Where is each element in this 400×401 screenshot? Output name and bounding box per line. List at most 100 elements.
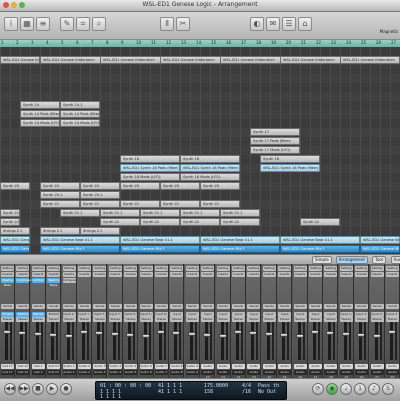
region[interactable]: Strings 2.1 (0, 227, 30, 235)
replace-button[interactable]: ◉ (326, 383, 338, 395)
region[interactable]: Synth 21.1 (0, 209, 20, 217)
inserts-slot[interactable]: Inserts (47, 272, 61, 277)
region[interactable]: Synth 21.1 (180, 209, 220, 217)
insert-plugin[interactable]: Compressor (62, 278, 81, 283)
region[interactable]: Synth 22 (140, 218, 180, 226)
sends-slot[interactable]: Sends (247, 304, 261, 309)
inspector-button[interactable]: i (4, 17, 18, 31)
volume-fader-track[interactable] (390, 322, 393, 360)
sends-slot[interactable]: Sends (139, 304, 153, 309)
channel-name[interactable]: Audio 9 (185, 364, 199, 369)
sends-slot[interactable]: Sends (16, 304, 30, 309)
channel-name[interactable]: Audio 12 (232, 364, 245, 373)
volume-fader-track[interactable] (35, 322, 39, 360)
setting-slot[interactable]: Setting (155, 266, 168, 271)
region[interactable]: Synth 20 (120, 182, 160, 190)
region[interactable]: Synth 21 (160, 200, 200, 208)
editor-button[interactable]: ✂ (176, 17, 190, 31)
region[interactable]: Synth 14.1 (60, 101, 100, 109)
region[interactable]: Synth 20 (0, 182, 30, 190)
region[interactable]: Synth 17 Pads (filter) (250, 137, 300, 145)
solo-button[interactable]: S (382, 383, 394, 395)
region[interactable]: WSL-ED1 Synth 18 Pads (filter) (180, 164, 240, 172)
count-in-button[interactable]: 1 (354, 383, 366, 395)
region[interactable]: Synth 17 Mods (LFO) (250, 146, 300, 154)
tab-simple[interactable]: Simple (312, 256, 332, 264)
play-button[interactable]: ▶ (46, 383, 58, 395)
sends-slot[interactable]: Sends (216, 304, 230, 309)
insert-plugin[interactable]: Beat & Bass (1, 278, 14, 287)
inserts-slot[interactable]: Inserts (339, 272, 353, 277)
sends-slot[interactable]: Sends (108, 304, 122, 309)
setting-slot[interactable]: Setting (339, 266, 353, 271)
arrange-area[interactable]: WSL-ED1 Genese Editorlatch WSL-ED1 Genese… (0, 47, 400, 254)
inserts-slot[interactable]: Inserts (139, 272, 153, 277)
tab-tool[interactable]: Tool (372, 256, 386, 264)
channel-name[interactable]: Audio 20 (355, 364, 369, 373)
region[interactable]: Synth 21.1 (140, 209, 180, 217)
region[interactable]: Synth 20 (160, 182, 200, 190)
setting-slot[interactable]: Setting (324, 266, 338, 271)
region[interactable]: Synth 22 (180, 218, 220, 226)
setting-slot[interactable]: Setting (31, 266, 45, 271)
inserts-slot[interactable]: Inserts (201, 272, 215, 277)
channel-name[interactable]: Audio 16 (293, 364, 307, 373)
inserts-slot[interactable]: Inserts (247, 272, 261, 277)
volume-fader-track[interactable] (66, 322, 70, 360)
inserts-slot[interactable]: Inserts (155, 272, 168, 277)
volume-fader-track[interactable] (128, 322, 132, 360)
volume-fader-track[interactable] (112, 322, 116, 360)
lists-button[interactable]: ≡ (36, 17, 50, 31)
cycle-button[interactable]: ⟳ (312, 383, 324, 395)
region[interactable]: Synth 20 (80, 182, 120, 190)
volume-fader-track[interactable] (220, 322, 224, 360)
inserts-slot[interactable]: Inserts (278, 272, 292, 277)
setting-slot[interactable]: Setting (16, 266, 30, 271)
inserts-slot[interactable]: Inserts (355, 272, 369, 277)
inserts-slot[interactable]: Inserts (324, 272, 338, 277)
volume-fader-track[interactable] (343, 322, 347, 360)
region[interactable]: Synth 20.1 (80, 191, 120, 199)
inserts-slot[interactable]: Inserts (216, 272, 230, 277)
region[interactable]: Synth 22 (0, 218, 20, 226)
region[interactable]: Synth 14 (20, 101, 60, 109)
setting-slot[interactable]: Setting (293, 266, 307, 271)
sends-slot[interactable]: Sends (201, 304, 215, 309)
rewind-button[interactable]: ◀◀ (4, 383, 16, 395)
sends-slot[interactable]: Sends (355, 304, 369, 309)
setting-slot[interactable]: Setting (232, 266, 245, 271)
setting-slot[interactable]: Setting (262, 266, 276, 271)
region[interactable]: Synth 21 (80, 200, 120, 208)
region[interactable]: Synth 18 Mods (LFO) (120, 173, 180, 181)
region[interactable]: WSL-ED1 Genese Beat V1.1 (360, 236, 400, 244)
channel-name[interactable]: Audio 7 (155, 364, 168, 369)
region[interactable]: WSL-ED1 Synth 18 Pads (filter) (260, 164, 320, 172)
stop-button[interactable]: ■ (32, 383, 44, 395)
region[interactable]: Synth 14 Mods (LFO) (60, 119, 100, 127)
region[interactable]: WSL-ED1 Synth 18 Pads (filter) (120, 164, 180, 172)
region[interactable]: Synth 22 (300, 218, 340, 226)
inserts-slot[interactable]: Inserts (16, 272, 30, 277)
colors-button[interactable]: ◐ (250, 17, 264, 31)
inserts-slot[interactable]: Inserts (185, 272, 199, 277)
sends-slot[interactable]: Sends (62, 304, 76, 309)
volume-fader-track[interactable] (251, 322, 255, 360)
inserts-slot[interactable]: Inserts (78, 272, 91, 277)
sends-slot[interactable]: Sends (232, 304, 245, 309)
inserts-slot[interactable]: Inserts (232, 272, 245, 277)
region[interactable]: Synth 21 (120, 200, 160, 208)
sends-slot[interactable]: Sends (31, 304, 45, 309)
transport-display[interactable]: 01 : 00 : 00 : 00 1 1 1 1 1 1 1 1 41 1 1… (95, 381, 287, 400)
insert-plugin[interactable]: Compressor (16, 278, 34, 283)
inserts-slot[interactable]: Inserts (370, 272, 384, 277)
inserts-slot[interactable]: Inserts (293, 272, 307, 277)
sends-slot[interactable]: Sends (262, 304, 276, 309)
volume-fader-track[interactable] (359, 322, 363, 360)
snap-button[interactable]: ⌗ (76, 17, 90, 31)
region[interactable]: Synth 21 (200, 200, 240, 208)
region[interactable]: WSL-ED1 Genese Beat V1.1 (0, 236, 30, 244)
region[interactable]: WSL-ED1 Genese Beat V1.1 (120, 236, 200, 244)
inserts-slot[interactable]: Inserts (93, 272, 107, 277)
channel-name[interactable]: Audio 3 (93, 364, 107, 369)
region[interactable]: WSL-ED1 Genese Beat V1.1 (280, 236, 360, 244)
